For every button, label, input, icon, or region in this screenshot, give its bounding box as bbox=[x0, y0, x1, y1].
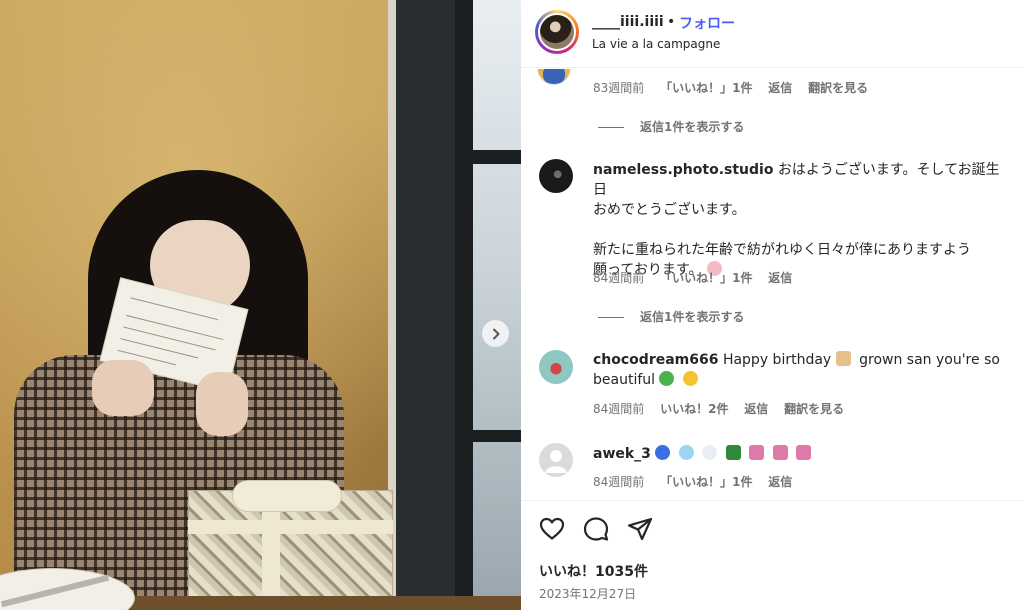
comment-text: chocodream666 Happy birthday grown san y… bbox=[593, 350, 1013, 390]
view-replies-button[interactable]: 返信1件を表示する bbox=[598, 118, 744, 135]
translate-button[interactable]: 翻訳を見る bbox=[784, 402, 844, 416]
gift-bow bbox=[232, 480, 342, 512]
window-post bbox=[455, 0, 473, 610]
four-leaf-clover-emoji bbox=[659, 371, 675, 386]
reply-button[interactable]: 返信 bbox=[768, 271, 792, 285]
comment-likes-link[interactable]: いいね！2件 bbox=[660, 402, 728, 416]
comment-meta: 84週間前 「いいね！」1件 返信 bbox=[593, 473, 804, 490]
share-icon[interactable] bbox=[626, 515, 654, 543]
heart-icon[interactable] bbox=[538, 515, 566, 543]
snowflake-emoji bbox=[678, 445, 694, 460]
reply-button[interactable]: 返信 bbox=[768, 81, 792, 95]
bouquet-emoji bbox=[796, 445, 812, 460]
bouquet-emoji bbox=[772, 445, 788, 460]
right-hand bbox=[196, 372, 248, 436]
reply-button[interactable]: 返信 bbox=[744, 402, 768, 416]
christmas-tree-emoji bbox=[725, 445, 741, 460]
view-replies-label: 返信1件を表示する bbox=[640, 310, 745, 324]
author-username[interactable]: ____iiii.iiii bbox=[592, 14, 664, 30]
replies-dash bbox=[598, 317, 624, 318]
comment-time[interactable]: 84週間前 bbox=[593, 475, 644, 489]
comment-meta: 83週間前 「いいね！」1件 返信 翻訳を見る bbox=[593, 79, 880, 96]
window-glass bbox=[470, 0, 521, 610]
comment-time[interactable]: 84週間前 bbox=[593, 271, 644, 285]
avatar[interactable] bbox=[539, 350, 573, 384]
comment-text-part: grown san you're so bbox=[859, 352, 1000, 368]
replies-dash bbox=[598, 127, 624, 128]
comment-text: awek_3 bbox=[593, 444, 1013, 464]
chevron-right-icon bbox=[492, 328, 499, 339]
post-date[interactable]: 2023年12月27日 bbox=[539, 585, 636, 602]
avatar[interactable] bbox=[539, 443, 573, 477]
comment-username[interactable]: nameless.photo.studio bbox=[593, 162, 773, 178]
comment-icon[interactable] bbox=[582, 515, 610, 543]
post-actions: いいね！1035件 2023年12月27日 bbox=[521, 500, 1024, 610]
window-crossbar bbox=[455, 150, 521, 164]
comment-likes-link[interactable]: 「いいね！」1件 bbox=[660, 475, 752, 489]
gift-ribbon bbox=[188, 520, 393, 534]
comment-line: おめでとうございます。 bbox=[593, 202, 746, 218]
comment-meta: 84週間前 「いいね！」1件 返信 bbox=[593, 269, 804, 286]
bouquet-emoji bbox=[749, 445, 765, 460]
snowman-emoji bbox=[702, 445, 718, 460]
window-crossbar bbox=[455, 430, 521, 442]
avatar[interactable] bbox=[539, 159, 573, 193]
view-replies-label: 返信1件を表示する bbox=[640, 120, 745, 134]
comment-meta: 84週間前 いいね！2件 返信 翻訳を見る bbox=[593, 400, 856, 417]
comment-text: nameless.photo.studio おはようございます。そしてお誕生日 … bbox=[593, 160, 1013, 280]
comment-line: 新たに重ねられた年齢で紡がれゆく日々が倖にありますよう bbox=[593, 242, 971, 258]
reply-button[interactable]: 返信 bbox=[768, 475, 792, 489]
comment-time[interactable]: 84週間前 bbox=[593, 402, 644, 416]
comment-likes-link[interactable]: 「いいね！」1件 bbox=[660, 271, 752, 285]
likes-count[interactable]: いいね！1035件 bbox=[539, 561, 648, 581]
avatar[interactable] bbox=[538, 13, 576, 51]
sparkles-emoji bbox=[682, 371, 698, 386]
left-hand bbox=[92, 360, 154, 416]
next-photo-button[interactable] bbox=[482, 320, 509, 347]
comment-time[interactable]: 83週間前 bbox=[593, 81, 644, 95]
comment-username[interactable]: chocodream666 bbox=[593, 352, 718, 368]
birthday-cake-emoji bbox=[835, 351, 851, 366]
avatar[interactable] bbox=[537, 69, 571, 85]
post-sidebar: ____iiii.iiii • フォロー La vie a la campagn… bbox=[521, 0, 1024, 610]
view-replies-button[interactable]: 返信1件を表示する bbox=[598, 308, 744, 325]
comment-text-part: Happy birthday bbox=[722, 352, 832, 368]
location-label[interactable]: La vie a la campagne bbox=[592, 37, 720, 51]
separator-dot: • bbox=[667, 14, 676, 30]
blue-heart-emoji bbox=[655, 445, 671, 460]
follow-button[interactable]: フォロー bbox=[679, 13, 735, 33]
comments-list: 83週間前 「いいね！」1件 返信 翻訳を見る 返信1件を表示する namele… bbox=[521, 69, 1024, 500]
comment-text-part: beautiful bbox=[593, 372, 656, 388]
post-photo bbox=[0, 0, 521, 610]
comment-likes-link[interactable]: 「いいね！」1件 bbox=[660, 81, 752, 95]
post-header: ____iiii.iiii • フォロー La vie a la campagn… bbox=[521, 0, 1024, 68]
comment-username[interactable]: awek_3 bbox=[593, 446, 651, 462]
default-avatar-icon bbox=[545, 450, 567, 473]
translate-button[interactable]: 翻訳を見る bbox=[808, 81, 868, 95]
